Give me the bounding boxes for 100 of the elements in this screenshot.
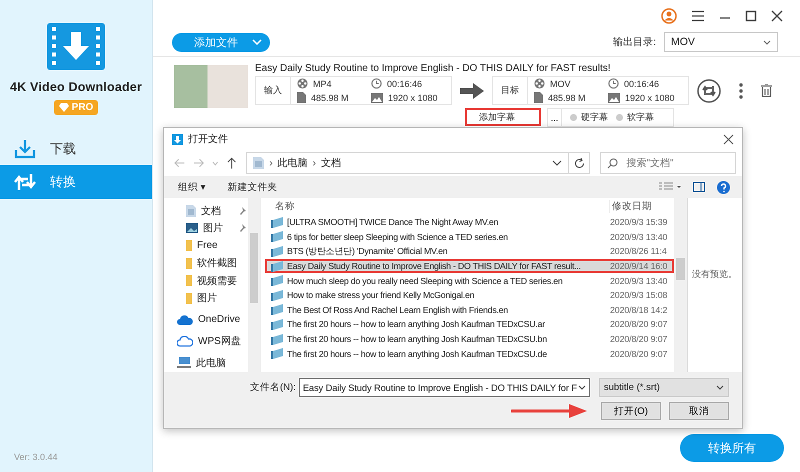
file-type-select[interactable]: subtitle (*.srt): [598, 378, 729, 397]
up-icon[interactable]: [226, 157, 236, 169]
file-row[interactable]: The Best Of Ross And Rachel Learn English with Friends.en 2020/8/18 14:2: [265, 302, 674, 318]
file-name: The Best Of Ross And Rachel Learn English with Friends.en: [287, 304, 509, 315]
address-bar[interactable]: › 此电脑 › 文档: [246, 152, 569, 174]
folder-icon: [186, 258, 192, 269]
file-name: [ULTRA SMOOTH] TWICE Dance The Night Away MV.en: [287, 217, 500, 228]
path-segment[interactable]: 此电脑: [278, 156, 308, 170]
path-segment[interactable]: 文档: [321, 156, 342, 170]
maximize-icon[interactable]: [745, 10, 757, 22]
output-format-select[interactable]: MOV: [664, 32, 778, 52]
path-separator: ›: [269, 158, 273, 168]
menu-icon[interactable]: [691, 10, 705, 22]
image-icon: [371, 92, 383, 102]
caret-icon: [252, 39, 262, 45]
file-row[interactable]: How to make stress your friend Kelly McGonigal.en 2020/9/3 15:08: [265, 288, 674, 303]
subtitle-file-icon: [271, 216, 284, 228]
file-row[interactable]: [ULTRA SMOOTH] TWICE Dance The Night Away MV.en 2020/9/3 15:39: [265, 215, 674, 230]
film-reel-icon: [534, 78, 545, 89]
refresh-button[interactable]: [568, 152, 590, 174]
document-icon: [253, 157, 264, 169]
file-row[interactable]: Easy Daily Study Routine to Improve English - DO THIS DAILY for FAST result... 2020/9/14 16:0: [265, 258, 674, 274]
more-icon[interactable]: [739, 82, 743, 98]
tree-item[interactable]: 视频需要: [164, 272, 248, 290]
search-icon: [607, 158, 618, 168]
tree-item[interactable]: 此电脑: [164, 354, 248, 372]
file-row[interactable]: The first 20 hours -- how to learn anything Josh Kaufman TEDxCSU.de 2020/8/20 9:07: [265, 346, 674, 361]
organize-button[interactable]: 组织 ▾: [178, 180, 206, 194]
resolution-text: 1920 x 1080: [625, 92, 675, 102]
filename-label: 文件名(N):: [250, 381, 296, 394]
file-icon: [297, 92, 306, 103]
badge-label: PRO: [72, 102, 94, 113]
size-text: 485.98 M: [311, 92, 349, 102]
clock-icon: [371, 78, 382, 89]
file-name: The first 20 hours -- how to learn anything Josh Kaufman TEDxCSU.ar: [287, 319, 546, 330]
format-text: MOV: [550, 78, 571, 88]
convert-icon[interactable]: [697, 78, 721, 102]
logo-icon: [47, 23, 105, 70]
video-title: Easy Daily Study Routine to Improve English - DO THIS DAILY for FAST results!: [255, 63, 612, 76]
trash-icon[interactable]: [761, 84, 772, 97]
help-icon[interactable]: [717, 180, 730, 194]
file-name: How much sleep do you really need Sleeping with Science a TED series.en: [287, 276, 564, 286]
size-text: 485.98 M: [548, 92, 586, 102]
open-button[interactable]: 打开(O): [601, 402, 661, 420]
file-name: BTS (방탄소년단) 'Dynamite' Official MV.en: [287, 246, 448, 256]
subtitle-file-icon: [271, 231, 284, 242]
folder-icon: [186, 275, 192, 286]
document-icon: [186, 204, 196, 217]
tree-item[interactable]: 图片: [164, 290, 248, 307]
preview-message: 没有预览。: [692, 269, 737, 279]
subtitle-file-icon: [271, 334, 284, 345]
duration-text: 00:16:46: [387, 78, 422, 88]
subtitle-file-icon: [271, 275, 284, 286]
file-date: 2020/8/20 9:07: [610, 319, 668, 330]
add-subtitle-button[interactable]: 添加字幕: [465, 108, 541, 126]
tree-item[interactable]: 软件截图: [164, 254, 248, 272]
pictures-icon: [186, 223, 198, 234]
column-header[interactable]: 名称: [265, 200, 609, 213]
nav-item[interactable]: 下载: [0, 133, 152, 165]
duration-text: 00:16:46: [624, 78, 660, 88]
view-options-icon[interactable]: [659, 182, 681, 192]
caret-icon: [763, 40, 771, 44]
new-folder-button[interactable]: 新建文件夹: [227, 180, 278, 194]
subtitle-mode-option[interactable]: 硬字幕: [570, 111, 608, 124]
file-row[interactable]: 6 tips for better sleep Sleeping with Science a TED series.en 2020/9/3 13:40: [265, 230, 674, 244]
tree-item[interactable]: Free: [164, 237, 248, 254]
subtitle-file-icon: [271, 246, 284, 257]
folder-icon: [186, 240, 192, 252]
tree-item[interactable]: OneDrive: [164, 311, 248, 328]
file-date: 2020/9/14 16:0: [610, 261, 668, 272]
file-date: 2020/9/3 15:08: [610, 290, 668, 300]
file-date: 2020/8/26 11:4: [610, 246, 668, 256]
tree-item[interactable]: 图片: [164, 220, 248, 237]
cloud-icon: [177, 336, 193, 347]
close-icon[interactable]: [723, 134, 734, 144]
convert-icon: [14, 172, 36, 192]
subtitle-mode-option[interactable]: 软字幕: [616, 111, 654, 124]
cancel-button[interactable]: 取消: [669, 402, 729, 420]
file-name: The first 20 hours -- how to learn anything Josh Kaufman TEDxCSU.bn: [287, 334, 548, 344]
file-row[interactable]: The first 20 hours -- how to learn anything Josh Kaufman TEDxCSU.ar 2020/8/20 9:07: [265, 317, 674, 332]
file-date: 2020/9/3 13:40: [610, 276, 668, 286]
subtitle-file-icon: [271, 318, 284, 330]
clock-icon: [608, 78, 619, 89]
filename-field[interactable]: Easy Daily Study Routine to Improve English - DO THIS DAILY for F: [298, 378, 590, 397]
tree-item[interactable]: WPS网盘: [164, 332, 248, 350]
tree-item[interactable]: 文档: [164, 202, 248, 220]
user-icon[interactable]: [661, 8, 677, 24]
preview-pane-icon[interactable]: [693, 182, 705, 192]
file-row[interactable]: BTS (방탄소년단) 'Dynamite' Official MV.en 2020/8/26 11:4: [265, 244, 674, 259]
close-icon[interactable]: [771, 10, 783, 22]
subtitle-file-icon: [271, 260, 284, 272]
file-row[interactable]: The first 20 hours -- how to learn anything Josh Kaufman TEDxCSU.bn 2020/8/20 9:07: [265, 332, 674, 346]
file-date: 2020/9/3 13:40: [610, 232, 668, 242]
cloud-icon: [177, 314, 193, 325]
arrow-icon: [460, 82, 484, 98]
file-row[interactable]: How much sleep do you really need Sleeping with Science a TED series.en 2020/9/3 13:40: [265, 273, 674, 288]
file-icon: [534, 92, 543, 103]
caret-icon[interactable]: [552, 160, 562, 166]
file-date: 2020/8/20 9:07: [610, 348, 668, 359]
app-name: 4K Video Downloader: [10, 80, 142, 94]
